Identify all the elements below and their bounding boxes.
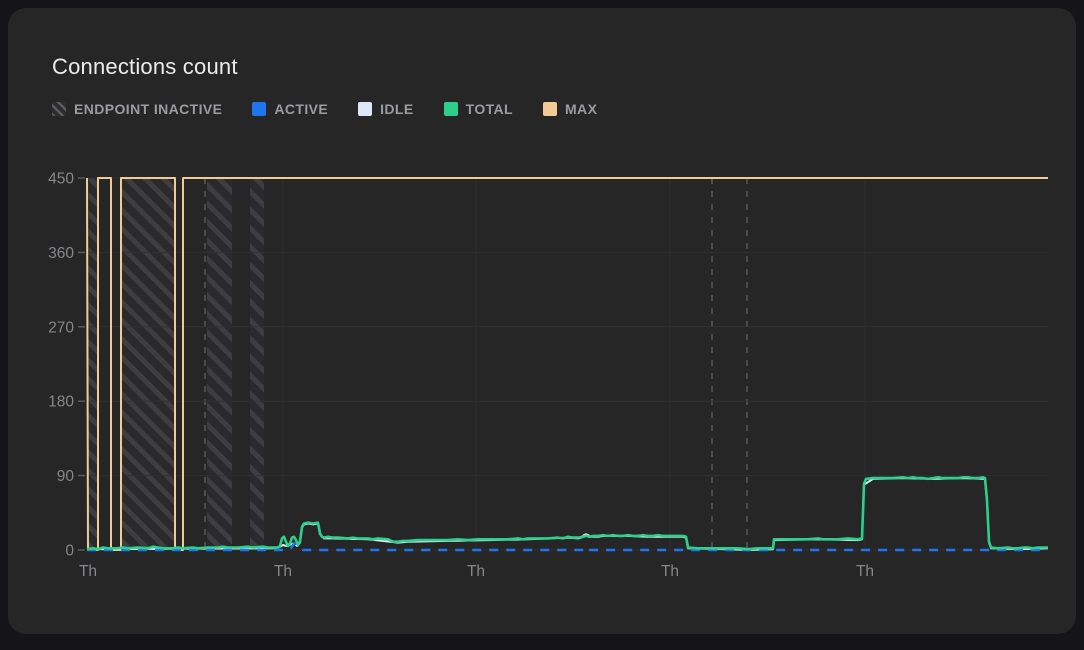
endpoint-inactive-band [121,178,174,550]
x-axis-label: Th [79,563,97,580]
y-axis-label: 360 [48,245,74,262]
y-axis-label: 180 [48,394,74,411]
x-axis-label: Th [661,563,679,580]
x-axis-label: Th [467,563,485,580]
y-axis-label: 90 [57,468,75,485]
connections-count-chart[interactable]: 450 360 270 180 90 0 Th Th Th Th Th [8,8,1084,650]
endpoint-inactive-band [250,178,264,550]
y-axis-label: 270 [48,319,74,336]
y-axis-label: 450 [48,171,74,188]
y-axis-label: 0 [65,543,74,560]
chart-panel: Connections count ENDPOINT INACTIVE ACTI… [8,8,1076,634]
x-axis-label: Th [274,563,292,580]
x-axis-label: Th [856,563,874,580]
endpoint-inactive-band [207,178,232,550]
